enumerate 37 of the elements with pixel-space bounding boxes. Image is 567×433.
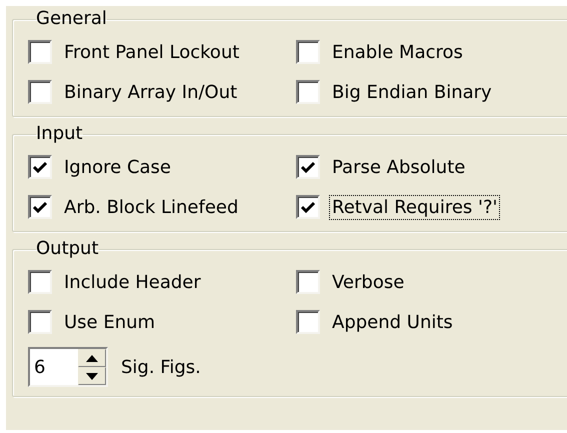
spin-down-button[interactable] [78, 367, 106, 385]
check-icon [33, 161, 47, 173]
number-spinner[interactable]: 6 [28, 347, 108, 387]
checkbox-label[interactable]: Enable Macros [329, 40, 466, 64]
checkbox[interactable] [28, 80, 52, 104]
checkbox[interactable] [296, 155, 320, 179]
checkbox[interactable] [28, 310, 52, 334]
checkbox-label[interactable]: Arb. Block Linefeed [61, 194, 242, 220]
checkbox[interactable] [296, 310, 320, 334]
group-title: Output [36, 238, 99, 260]
spin-up-button[interactable] [78, 349, 106, 367]
checkbox-label[interactable]: Front Panel Lockout [61, 40, 242, 64]
checkbox-label[interactable]: Append Units [329, 310, 456, 334]
checkbox-label[interactable]: Binary Array In/Out [61, 80, 240, 104]
checkbox[interactable] [28, 195, 52, 219]
checkbox[interactable] [28, 270, 52, 294]
checkbox[interactable] [296, 195, 320, 219]
checkbox[interactable] [296, 40, 320, 64]
checkbox-label[interactable]: Parse Absolute [329, 154, 468, 180]
checkbox[interactable] [28, 155, 52, 179]
check-icon [301, 201, 315, 213]
down-arrow-icon [86, 372, 98, 380]
checkbox[interactable] [28, 40, 52, 64]
checkbox-label[interactable]: Big Endian Binary [329, 80, 495, 104]
checkbox[interactable] [296, 270, 320, 294]
checkbox-label[interactable]: Verbose [329, 270, 408, 294]
up-arrow-icon [86, 354, 98, 362]
checkbox-label[interactable]: Ignore Case [61, 154, 174, 180]
check-icon [301, 161, 315, 173]
spinner-label: Sig. Figs. [120, 356, 202, 380]
checkbox[interactable] [296, 80, 320, 104]
check-icon [33, 201, 47, 213]
group-title: General [36, 8, 107, 30]
checkbox-label[interactable]: Include Header [61, 270, 204, 294]
checkbox-label[interactable]: Use Enum [61, 310, 158, 334]
checkbox-label[interactable]: Retval Requires '?' [329, 194, 500, 220]
group-title: Input [36, 123, 83, 145]
